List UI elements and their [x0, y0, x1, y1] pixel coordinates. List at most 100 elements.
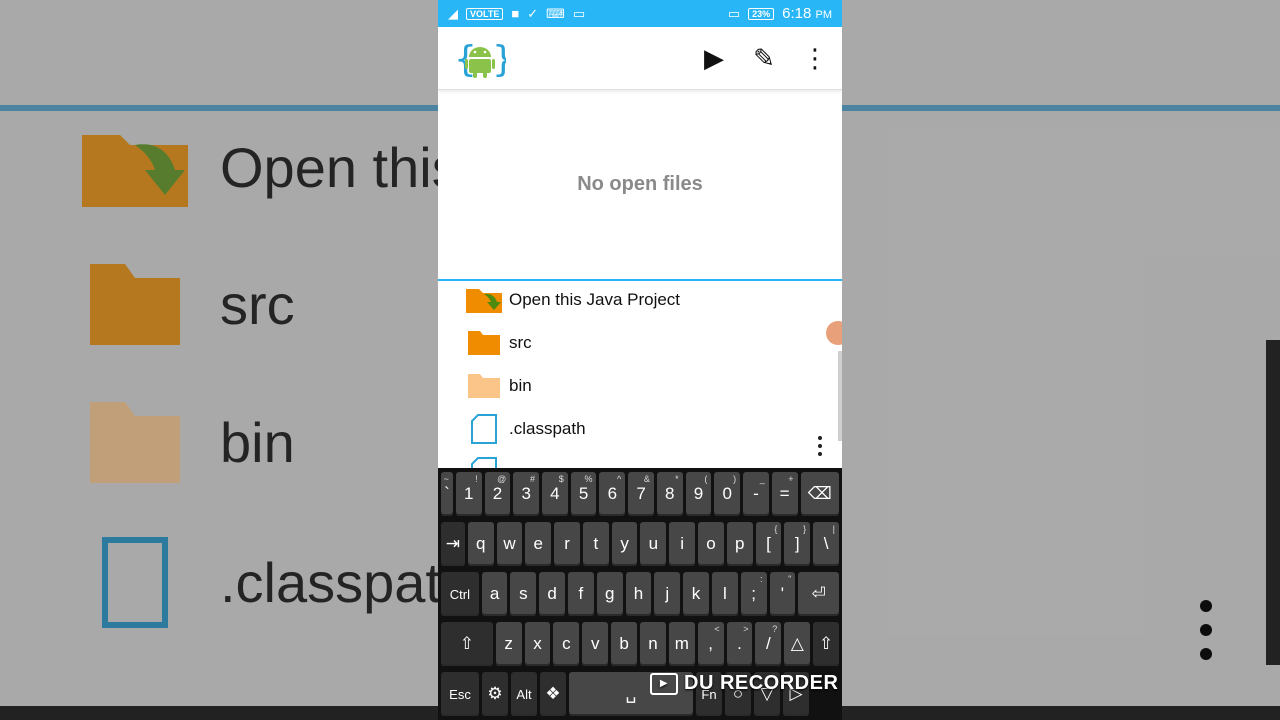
edit-button[interactable]: ✎ [752, 43, 776, 74]
tree-item-bin[interactable]: bin [438, 364, 842, 407]
key-label: 5 [578, 484, 589, 503]
key-alt-label: > [743, 624, 749, 634]
key-alt-label: ( [704, 474, 708, 484]
signal-icon: ◢ [448, 5, 458, 21]
key-n[interactable]: n [640, 622, 666, 666]
key-label: j [665, 584, 670, 603]
key-z[interactable]: z [495, 622, 522, 666]
scrollbar[interactable] [838, 351, 842, 441]
key-label: △ [790, 634, 804, 653]
key-g[interactable]: g [596, 572, 623, 616]
key-r[interactable]: r [554, 522, 580, 566]
key-k[interactable]: k [683, 572, 709, 616]
key-o[interactable]: o [698, 522, 724, 566]
tree-item-open-project[interactable]: Open this Java Project [438, 281, 842, 321]
key-4[interactable]: 4 $ [542, 472, 568, 516]
key-/[interactable]: /? [755, 622, 782, 666]
key-5[interactable]: 5% [570, 472, 597, 516]
shift-key-right[interactable]: ⇧ [813, 622, 840, 666]
key-,[interactable]: , < [697, 622, 724, 666]
key-10[interactable]: 0) [714, 472, 741, 516]
tree-item-src[interactable]: src [438, 321, 842, 364]
key-2[interactable]: 2 @ [484, 472, 511, 516]
key-alt-label: ) [733, 474, 737, 484]
run-button[interactable]: ▶ [702, 43, 726, 74]
key-v[interactable]: v [582, 622, 609, 666]
key-label: 9 [693, 484, 704, 503]
file-icon [462, 413, 506, 445]
key-x[interactable]: x [524, 622, 551, 666]
key-label: ] [794, 534, 800, 553]
key-w[interactable]: w [496, 522, 523, 566]
key-a[interactable]: a [481, 572, 508, 616]
key-alt-label: # [530, 474, 536, 484]
key-12[interactable]: = + [771, 472, 798, 516]
key-d[interactable]: d [539, 572, 566, 616]
key-'[interactable]: ' " [769, 572, 796, 616]
esc-key[interactable]: Esc [441, 672, 479, 716]
key-8[interactable]: 8 * [656, 472, 683, 516]
android-logo[interactable]: { } [454, 35, 506, 81]
backspace-key[interactable]: ⌫ [800, 472, 840, 516]
app-toolbar: { } ▶ ✎ ⋮ [438, 27, 842, 90]
shift-key-left[interactable]: ⇧ [441, 622, 493, 666]
key-e[interactable]: e [525, 522, 552, 566]
key-3[interactable]: 3 # [513, 472, 540, 516]
key-alt-label: ^ [616, 474, 622, 484]
keyboard-row-numbers: ` ~1! 2 @3 #4 $5% 6 ^ 7 & 8 * 9(0) - _ = + ⌫ [438, 472, 842, 516]
key-;[interactable]: ;: [740, 572, 767, 616]
android-icon: { } [454, 39, 506, 80]
tab-key[interactable]: ⇥ [441, 522, 465, 566]
keyboard-row-home: Ctrl a s d f g h j k l;: ' " ⏎ [438, 572, 842, 616]
ctrl-key[interactable]: Ctrl [441, 572, 479, 616]
enter-key[interactable]: ⏎ [798, 572, 839, 616]
alt-key[interactable]: Alt [511, 672, 537, 716]
key-y[interactable]: y [611, 522, 638, 566]
key-q[interactable]: q [467, 522, 494, 566]
settings-key[interactable]: ⚙ [482, 672, 508, 716]
key-t[interactable]: t [582, 522, 609, 566]
key-\[interactable]: \ | [813, 522, 839, 566]
key-label: c [562, 634, 571, 653]
key-c[interactable]: c [553, 622, 580, 666]
key-label: g [604, 584, 615, 603]
key-m[interactable]: m [668, 622, 695, 666]
key-6[interactable]: 6 ^ [599, 472, 626, 516]
key-.[interactable]: . > [726, 622, 753, 666]
keyboard-row-qwerty: ⇥ q w e r t y u i o p [{]} \ | [438, 522, 842, 566]
battery-indicator: 23% [748, 7, 775, 20]
tree-item-label: bin [509, 375, 532, 395]
key-b[interactable]: b [611, 622, 638, 666]
key-l[interactable]: l [711, 572, 738, 616]
key-11[interactable]: - _ [743, 472, 769, 516]
cast-icon: ▭ [727, 5, 741, 21]
key-s[interactable]: s [510, 572, 537, 616]
key-△[interactable]: △ [784, 622, 811, 666]
key-p[interactable]: p [726, 522, 753, 566]
key-label: 8 [665, 484, 675, 503]
key-7[interactable]: 7 & [628, 472, 654, 516]
key-[[interactable]: [{ [755, 522, 782, 566]
file-icon [462, 456, 506, 468]
key-alt-label: % [584, 474, 593, 484]
item-more-icon[interactable] [818, 436, 822, 460]
key-0[interactable]: ` ~ [441, 472, 453, 516]
tree-item-classpath[interactable]: .classpath [438, 407, 842, 450]
key-label: r [564, 534, 570, 553]
key-label: 7 [636, 484, 646, 503]
overflow-menu-button[interactable]: ⋮ [802, 43, 828, 74]
key-u[interactable]: u [640, 522, 667, 566]
key-label: e [533, 534, 543, 553]
key-i[interactable]: i [669, 522, 696, 566]
key-][interactable]: ]} [784, 522, 811, 566]
key-9[interactable]: 9( [685, 472, 712, 516]
key-h[interactable]: h [625, 572, 652, 616]
menu-key[interactable]: ❖ [540, 672, 566, 716]
key-f[interactable]: f [568, 572, 594, 616]
keyboard-icon: ▭ [572, 5, 586, 21]
key-j[interactable]: j [654, 572, 681, 616]
key-label: / [766, 634, 771, 653]
key-1[interactable]: 1! [455, 472, 482, 516]
tree-item-partial[interactable] [438, 450, 842, 468]
key-label: p [734, 534, 745, 553]
